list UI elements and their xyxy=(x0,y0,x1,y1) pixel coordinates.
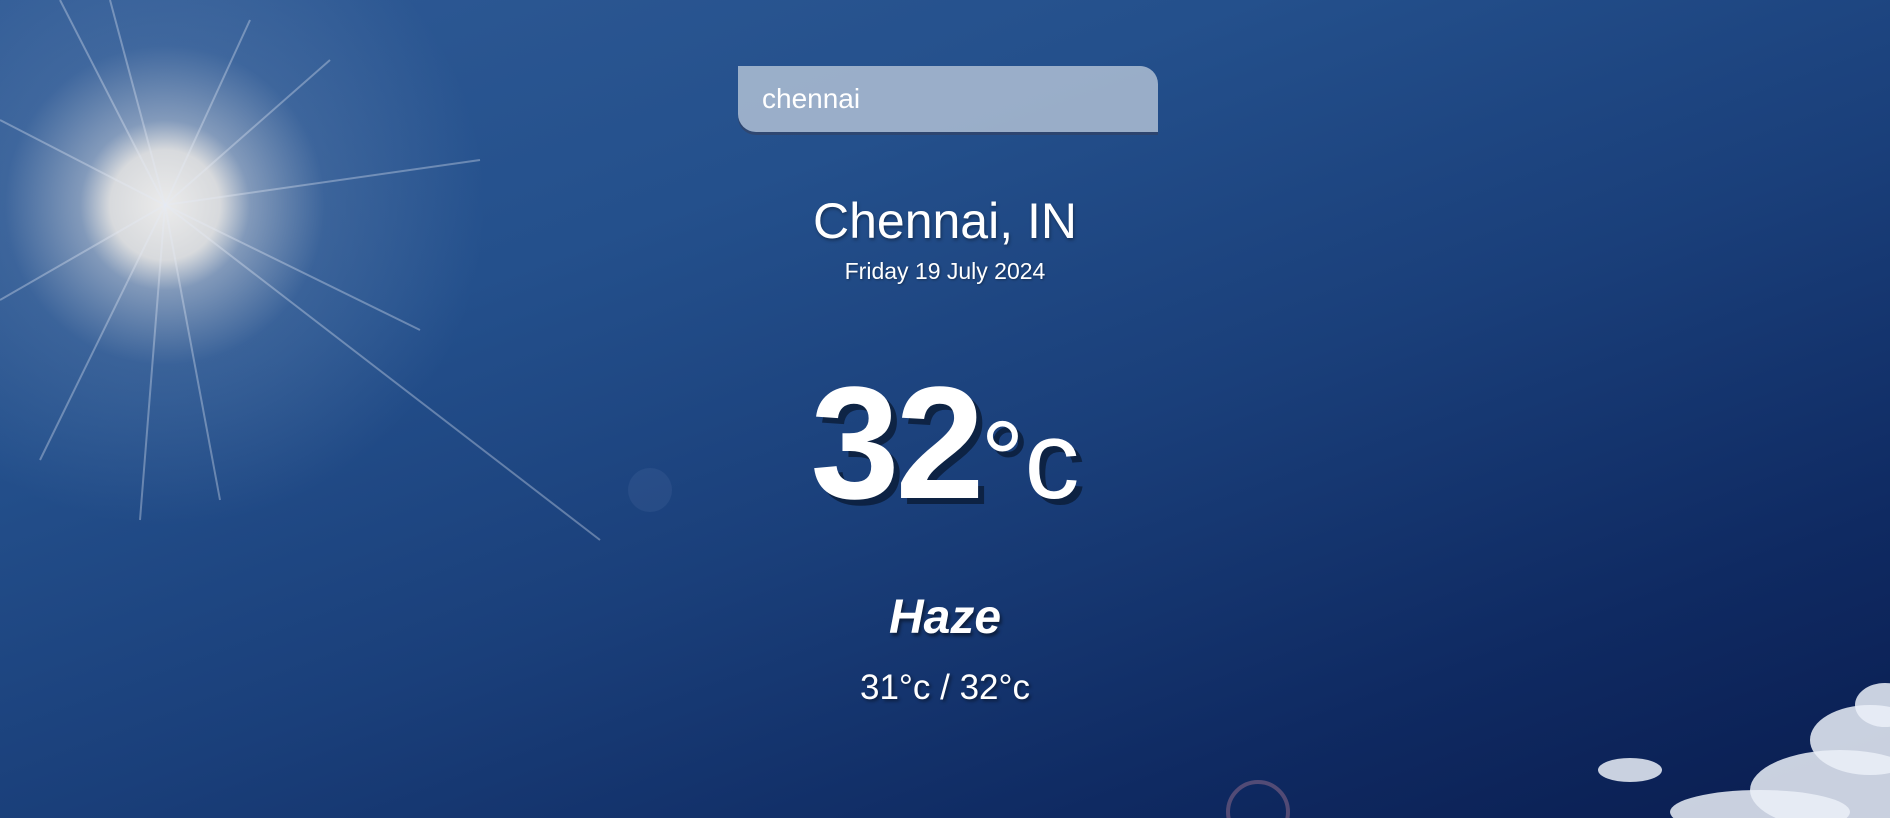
weather-condition: Haze xyxy=(888,591,1002,644)
temperature-range: 31°c / 32°c xyxy=(859,668,1031,707)
location-title: Chennai, IN xyxy=(812,193,1078,249)
current-temperature: 32°c xyxy=(0,363,1890,536)
current-date: Friday 19 July 2024 xyxy=(844,258,1046,284)
search-input[interactable] xyxy=(738,66,1158,132)
temperature-unit: °c xyxy=(980,399,1080,522)
temperature-value: 32 xyxy=(810,353,985,532)
